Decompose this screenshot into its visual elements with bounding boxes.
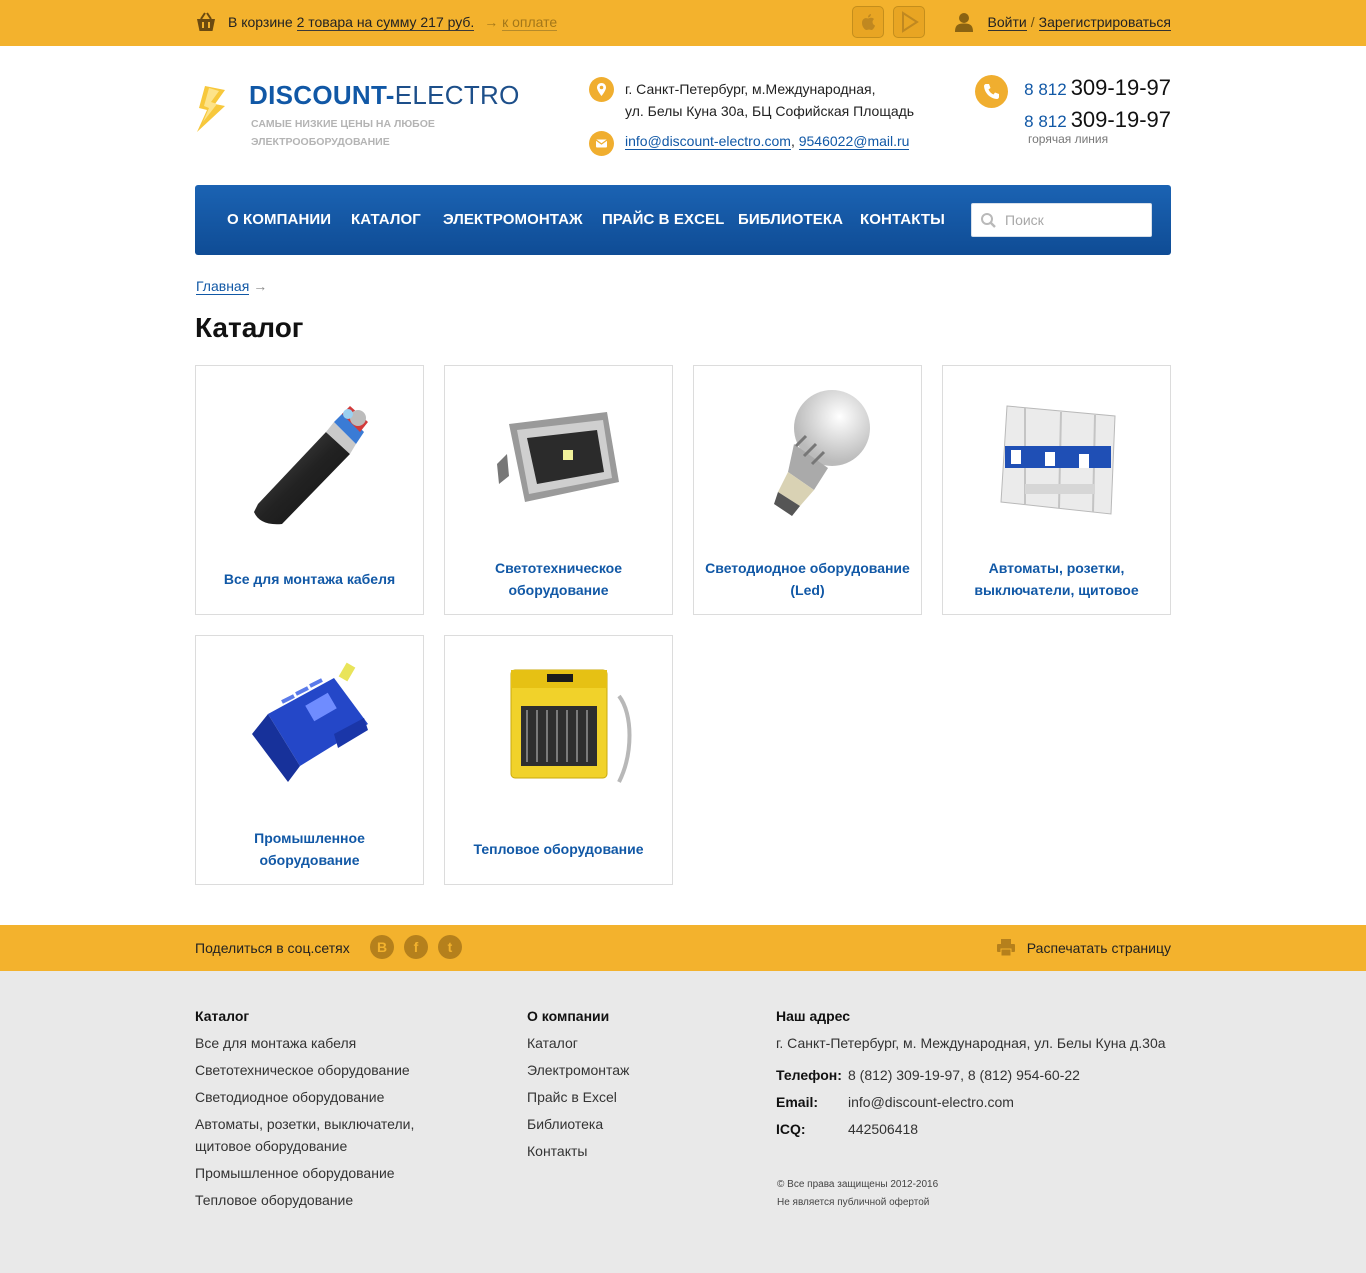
catalog-card-label[interactable]: Тепловое оборудование bbox=[455, 818, 662, 880]
footer-phone-row: Телефон: 8 (812) 309-19-97, 8 (812) 954-6… bbox=[776, 1067, 1080, 1083]
footer-catalog-list: Все для монтажа кабеля Светотехническое … bbox=[195, 1032, 435, 1216]
footer-link[interactable]: Электромонтаж bbox=[527, 1059, 629, 1081]
printer-icon[interactable] bbox=[997, 939, 1015, 956]
footer-link[interactable]: Тепловое оборудование bbox=[195, 1189, 435, 1211]
app-store-button[interactable] bbox=[852, 6, 884, 38]
office-address: г. Санкт-Петербург, м.Международная, ул.… bbox=[625, 81, 915, 119]
nav-item-excel-price[interactable]: Прайс в Excel bbox=[602, 211, 724, 228]
phone-number[interactable]: 8 812 309-19-97 bbox=[1024, 73, 1171, 105]
login-link[interactable]: Войти bbox=[987, 14, 1027, 31]
basket-icon[interactable] bbox=[195, 11, 217, 33]
footer-link[interactable]: Прайс в Excel bbox=[527, 1086, 629, 1108]
footer-link[interactable]: Промышленное оборудование bbox=[195, 1162, 435, 1184]
location-icon bbox=[589, 77, 614, 102]
catalog-card-label[interactable]: Все для монтажа кабеля bbox=[206, 548, 413, 610]
footer-icq-value: 442506418 bbox=[848, 1121, 919, 1137]
page-title: Каталог bbox=[195, 312, 304, 343]
auth-links: Войти / Зарегистрироваться bbox=[987, 14, 1171, 31]
mail-icon bbox=[589, 131, 614, 156]
footer-email-row: Email: info@discount-electro.com bbox=[776, 1094, 1014, 1110]
footer-icq-row: ICQ: 442506418 bbox=[776, 1121, 919, 1137]
catalog-card-led[interactable]: Светодиодное оборудование (Led) bbox=[693, 365, 922, 615]
footer-link[interactable]: Автоматы, розетки, выключатели, щитовое … bbox=[195, 1113, 435, 1157]
share-label: Поделиться в соц.сетях bbox=[195, 940, 350, 956]
search-input[interactable] bbox=[1005, 210, 1145, 230]
print-page-link[interactable]: Распечатать страницу bbox=[1027, 940, 1171, 956]
electric-motor-image bbox=[252, 662, 368, 782]
catalog-card-breakers[interactable]: Автоматы, розетки, выключатели, щитовое bbox=[942, 365, 1171, 615]
nav-item-about[interactable]: О компании bbox=[227, 211, 331, 228]
search-box[interactable] bbox=[971, 203, 1152, 237]
catalog-card-label[interactable]: Промышленное оборудование bbox=[206, 818, 413, 880]
footer: Каталог Все для монтажа кабеля Светотехн… bbox=[0, 971, 1366, 1273]
floodlight-image bbox=[497, 412, 619, 502]
user-icon bbox=[955, 13, 973, 32]
footer-link[interactable]: Библиотека bbox=[527, 1113, 629, 1135]
footer-link[interactable]: Светотехническое оборудование bbox=[195, 1059, 435, 1081]
copyright: © Все права защищены 2012-2016 Не являет… bbox=[777, 1179, 939, 1208]
cable-image bbox=[254, 406, 368, 525]
share-bar: Поделиться в соц.сетях B f t Распечатать… bbox=[0, 925, 1366, 971]
footer-link[interactable]: Контакты bbox=[527, 1140, 629, 1162]
catalog-card-industrial[interactable]: Промышленное оборудование bbox=[195, 635, 424, 885]
logo-tagline: Самые низкие цены на любое электрооборуд… bbox=[251, 118, 435, 148]
header-phones: 8 812 309-19-97 8 812 309-19-97 bbox=[1024, 73, 1171, 137]
logo-wordmark[interactable]: DISCOUNT-ELECTRO bbox=[249, 80, 520, 111]
top-bar: В корзине 2 товара на сумму 217 руб. → к… bbox=[0, 0, 1366, 46]
nav-item-electrical-installation[interactable]: Электромонтаж bbox=[443, 211, 583, 228]
twitter-icon[interactable]: t bbox=[438, 935, 462, 959]
nav-item-contacts[interactable]: Контакты bbox=[860, 211, 945, 228]
circuit-breaker-image bbox=[1000, 405, 1116, 515]
phone-icon bbox=[975, 75, 1008, 108]
email-link-mail[interactable]: 9546022@mail.ru bbox=[798, 133, 910, 150]
vk-icon[interactable]: B bbox=[370, 935, 394, 959]
breadcrumb: Главная → bbox=[196, 278, 268, 295]
footer-company-title: О компании bbox=[527, 1008, 610, 1024]
footer-link[interactable]: Каталог bbox=[527, 1032, 629, 1054]
google-play-icon bbox=[902, 11, 919, 33]
footer-link[interactable]: Все для монтажа кабеля bbox=[195, 1032, 435, 1054]
nav-item-library[interactable]: Библиотека bbox=[738, 211, 843, 228]
catalog-card-label[interactable]: Светотехническое оборудование bbox=[455, 548, 662, 610]
checkout-link[interactable]: к оплате bbox=[502, 14, 558, 31]
footer-address: г. Санкт-Петербург, м. Международная, ул… bbox=[776, 1035, 1166, 1051]
catalog-card-cable[interactable]: Все для монтажа кабеля bbox=[195, 365, 424, 615]
search-icon[interactable] bbox=[980, 212, 997, 229]
footer-phone-value: 8 (812) 309-19-97, 8 (812) 954-60-22 bbox=[848, 1067, 1080, 1083]
catalog-card-heating[interactable]: Тепловое оборудование bbox=[444, 635, 673, 885]
cart-link[interactable]: 2 товара на сумму 217 руб. bbox=[296, 14, 475, 31]
breadcrumb-home-link[interactable]: Главная bbox=[196, 278, 250, 295]
hotline-label: горячая линия bbox=[1028, 132, 1109, 146]
header-emails: info@discount-electro.com, 9546022@mail.… bbox=[625, 133, 910, 150]
catalog-card-lighting[interactable]: Светотехническое оборудование bbox=[444, 365, 673, 615]
main-nav: О компании Каталог Электромонтаж Прайс в… bbox=[195, 185, 1171, 255]
email-link-info[interactable]: info@discount-electro.com bbox=[625, 133, 791, 150]
apple-icon bbox=[862, 14, 875, 30]
footer-company-list: Каталог Электромонтаж Прайс в Excel Библ… bbox=[527, 1032, 629, 1167]
register-link[interactable]: Зарегистрироваться bbox=[1038, 14, 1171, 31]
facebook-icon[interactable]: f bbox=[404, 935, 428, 959]
cart-summary: В корзине 2 товара на сумму 217 руб. → к… bbox=[228, 14, 558, 31]
google-play-button[interactable] bbox=[893, 6, 925, 38]
led-bulb-image bbox=[774, 390, 870, 516]
catalog-card-label[interactable]: Автоматы, розетки, выключатели, щитовое bbox=[953, 548, 1160, 610]
lightning-logo-icon[interactable] bbox=[195, 84, 233, 134]
catalog-card-label[interactable]: Светодиодное оборудование (Led) bbox=[704, 548, 911, 610]
footer-email-value[interactable]: info@discount-electro.com bbox=[848, 1094, 1014, 1110]
heater-image bbox=[510, 669, 632, 783]
footer-catalog-title: Каталог bbox=[195, 1008, 250, 1024]
footer-link[interactable]: Светодиодное оборудование bbox=[195, 1086, 435, 1108]
nav-item-catalog[interactable]: Каталог bbox=[351, 211, 421, 228]
footer-address-title: Наш адрес bbox=[776, 1008, 851, 1024]
